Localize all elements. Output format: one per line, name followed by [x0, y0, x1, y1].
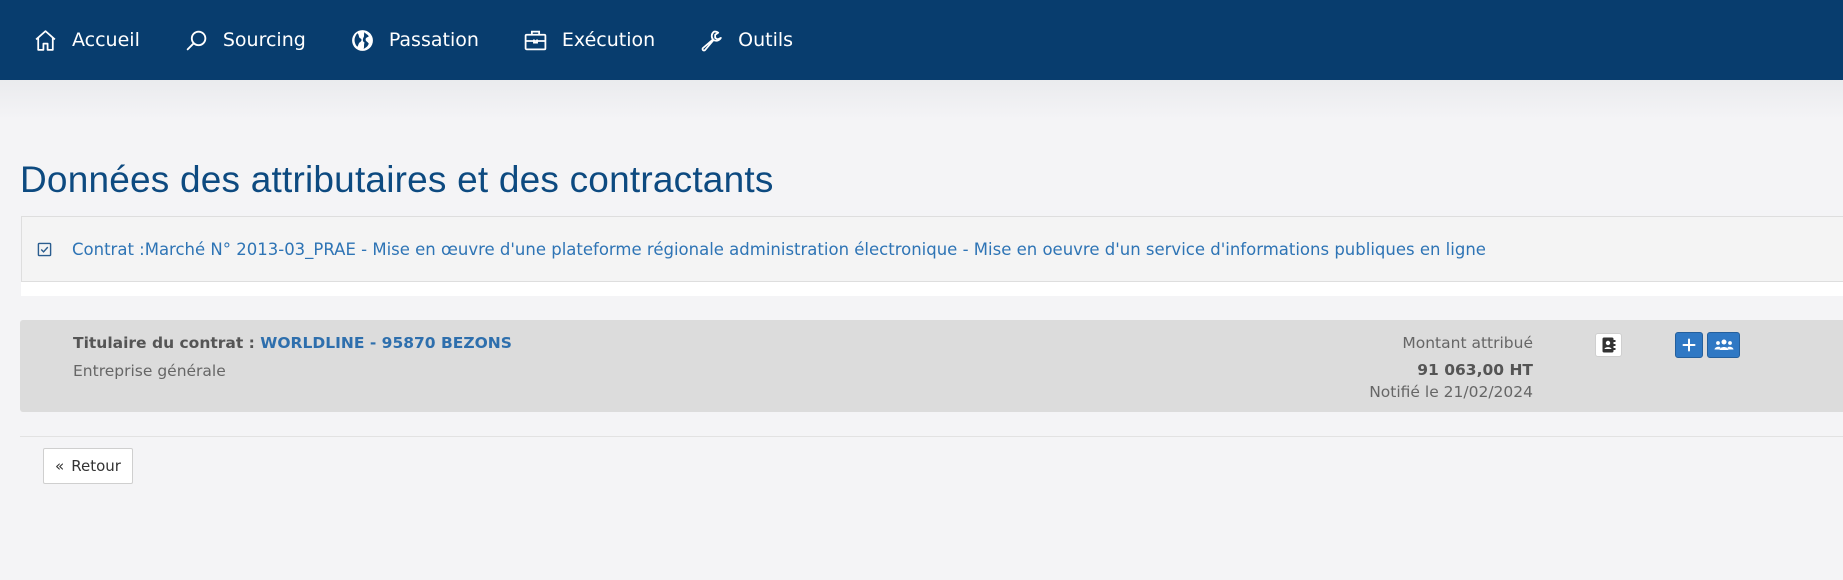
nav-item-passation[interactable]: Passation [350, 0, 479, 80]
users-icon [1714, 339, 1733, 350]
nav-label: Passation [388, 29, 479, 51]
holder-label: Titulaire du contrat : [73, 334, 261, 352]
notification-date: Notifié le 21/02/2024 [1369, 383, 1533, 401]
contract-header[interactable]: Contrat :Marché N° 2013-03_PRAE - Mise e… [21, 216, 1843, 282]
address-book-icon [1602, 337, 1616, 353]
divider [20, 436, 1843, 437]
globe-icon [351, 29, 373, 51]
add-button[interactable] [1675, 332, 1703, 358]
contract-title-link[interactable]: Contrat :Marché N° 2013-03_PRAE - Mise e… [72, 240, 1486, 259]
holder-title: Titulaire du contrat : WORLDLINE - 95870… [73, 334, 512, 352]
contract-section: Contrat :Marché N° 2013-03_PRAE - Mise e… [21, 216, 1843, 296]
nav-item-execution[interactable]: Exécution [523, 0, 655, 80]
page-title: Données des attributaires et des contrac… [20, 159, 774, 200]
search-icon [186, 30, 207, 50]
nav-item-outils[interactable]: Outils [699, 0, 793, 80]
nav-label: Exécution [561, 29, 656, 51]
checkbox-checked-icon[interactable] [37, 242, 52, 257]
holder-category: Entreprise générale [73, 362, 226, 380]
plus-icon [1682, 338, 1696, 352]
double-chevron-left-icon: « [55, 457, 65, 475]
co-contractors-button[interactable] [1707, 332, 1740, 358]
wrench-icon [701, 30, 722, 51]
contact-card-button[interactable] [1595, 333, 1622, 357]
holder-name-link[interactable]: WORLDLINE - 95870 BEZONS [260, 334, 512, 352]
nav-label: Accueil [72, 29, 140, 51]
top-navigation: Accueil Sourcing Passation Exécution Out… [0, 0, 1843, 80]
nav-label: Outils [738, 29, 794, 51]
nav-item-sourcing[interactable]: Sourcing [184, 0, 306, 80]
nav-item-accueil[interactable]: Accueil [33, 0, 140, 80]
home-icon [35, 29, 56, 51]
briefcase-icon [524, 30, 547, 50]
back-button[interactable]: « Retour [43, 448, 133, 484]
nav-label: Sourcing [222, 29, 306, 51]
header-shadow-band [0, 80, 1843, 120]
contract-holder-card: Titulaire du contrat : WORLDLINE - 95870… [20, 320, 1843, 412]
amount-value: 91 063,00 HT [1417, 361, 1533, 379]
amount-label: Montant attribué [1402, 334, 1533, 352]
back-button-label: Retour [71, 457, 121, 475]
